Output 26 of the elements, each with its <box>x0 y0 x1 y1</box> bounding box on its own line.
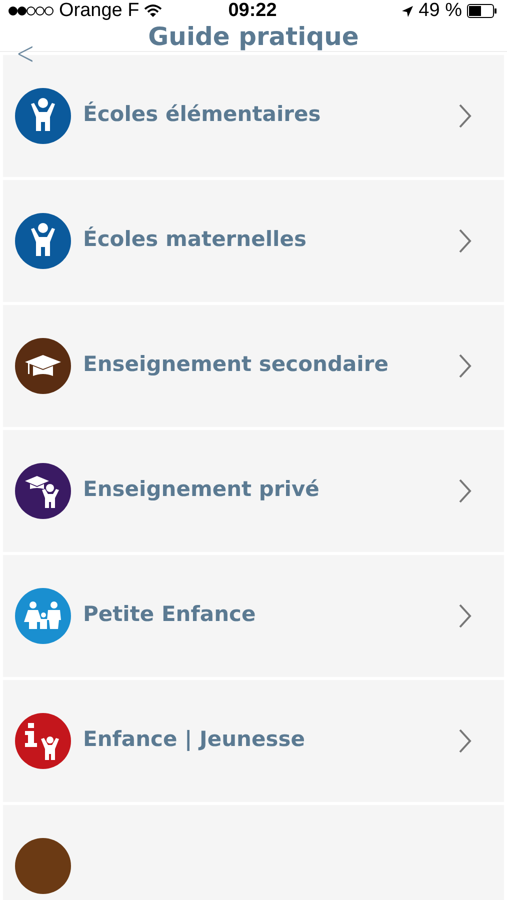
battery-icon <box>466 4 497 18</box>
item-label: Enseignement privé <box>83 477 320 501</box>
chevron-right-icon <box>458 103 472 129</box>
item-label: Petite Enfance <box>83 602 257 626</box>
item-label: Écoles élémentaires <box>83 102 322 126</box>
battery-percent: 49 % <box>418 0 462 22</box>
chevron-right-icon <box>458 478 472 504</box>
chevron-right-icon <box>458 353 472 379</box>
list-item[interactable]: Enseignement privé <box>3 430 504 552</box>
list-item[interactable]: Écoles maternelles <box>3 180 504 302</box>
list-item[interactable]: Petite Enfance <box>3 555 504 677</box>
list-item[interactable]: Enfance | Jeunesse <box>3 680 504 802</box>
chevron-right-icon <box>458 603 472 629</box>
item-label: Écoles maternelles <box>83 227 308 251</box>
list-item[interactable]: Enseignement secondaire <box>3 305 504 427</box>
item-label: Enfance | Jeunesse <box>83 727 306 751</box>
list-item[interactable] <box>3 805 504 900</box>
carrier-name: Orange F <box>59 0 140 22</box>
chevron-right-icon <box>458 228 472 254</box>
signal-icon <box>8 6 54 16</box>
location-arrow-icon <box>400 4 414 18</box>
chevron-right-icon <box>458 728 472 754</box>
page-title: Guide pratique <box>148 22 359 51</box>
clock-time: 09:22 <box>228 0 277 22</box>
item-label: Enseignement secondaire <box>83 352 390 376</box>
wifi-icon <box>144 4 162 18</box>
